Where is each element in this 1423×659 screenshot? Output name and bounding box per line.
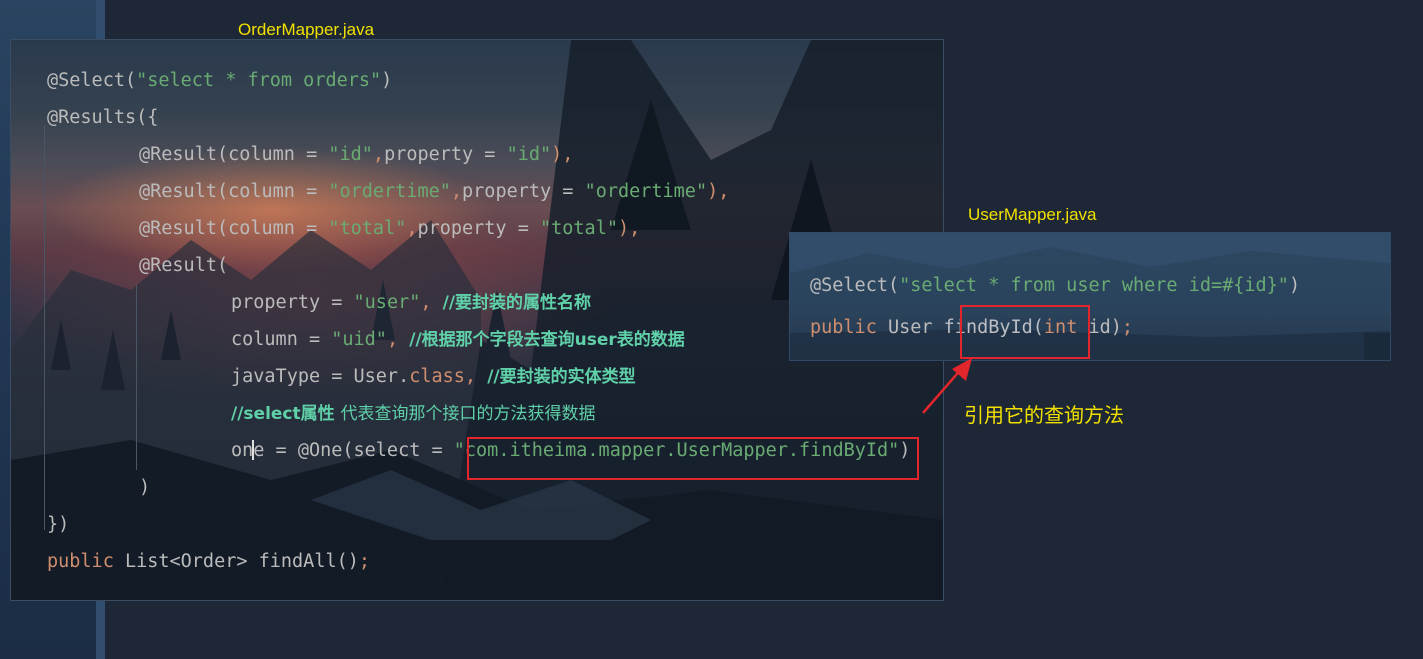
punctuation: ) bbox=[1288, 275, 1301, 296]
code-text: e = @One(select = bbox=[253, 440, 454, 461]
punctuation: ; bbox=[358, 551, 371, 572]
annotation: @Result(column = bbox=[139, 181, 329, 202]
select-reference-highlight bbox=[467, 437, 919, 480]
code-comment: //select属性 bbox=[231, 404, 341, 424]
code-line: @Result(column = "ordertime",property = … bbox=[139, 179, 729, 205]
punctuation: ) bbox=[381, 70, 393, 91]
indent-guide bbox=[136, 285, 137, 470]
code-line: ) bbox=[139, 475, 150, 501]
code-text: column = bbox=[231, 329, 332, 350]
punctuation: , bbox=[450, 181, 463, 202]
callout-text: 引用它的查询方法 bbox=[964, 403, 1124, 427]
punctuation: , bbox=[372, 144, 385, 165]
indent-guide bbox=[44, 125, 45, 530]
code-line: @Result(column = "id",property = "id"), bbox=[139, 142, 573, 168]
user-mapper-filename: UserMapper.java bbox=[968, 205, 1097, 224]
code-text: List<Order> findAll() bbox=[124, 551, 359, 572]
punctuation: ; bbox=[1121, 317, 1134, 338]
string-literal: "user" bbox=[353, 292, 421, 313]
type-name: User bbox=[887, 317, 944, 338]
code-comment: //要封装的实体类型 bbox=[487, 367, 636, 387]
code-text: on bbox=[231, 440, 254, 461]
string-literal: "ordertime" bbox=[584, 181, 708, 202]
punctuation: , bbox=[406, 218, 418, 239]
punctuation: ), bbox=[617, 218, 641, 239]
punctuation: , bbox=[420, 292, 443, 313]
code-line: javaType = User.class, //要封装的实体类型 bbox=[231, 364, 636, 390]
code-comment: //要封装的属性名称 bbox=[442, 293, 592, 313]
code-line: @Select("select * from user where id=#{i… bbox=[810, 273, 1300, 299]
string-literal: "id" bbox=[506, 144, 552, 165]
find-by-id-highlight bbox=[960, 305, 1090, 359]
user-mapper-code-panel[interactable]: @Select("select * from user where id=#{i… bbox=[789, 232, 1391, 361]
annotation: @Result(column = bbox=[139, 144, 329, 165]
code-text: property = bbox=[462, 181, 585, 202]
string-literal: "ordertime" bbox=[328, 181, 451, 202]
string-literal: "total" bbox=[540, 218, 618, 239]
code-text: javaType = User. bbox=[231, 366, 410, 387]
code-text: property = bbox=[231, 292, 354, 313]
order-mapper-filename: OrderMapper.java bbox=[238, 20, 375, 39]
keyword: public bbox=[810, 317, 888, 338]
code-text: id) bbox=[1088, 317, 1122, 338]
code-line: @Result( bbox=[139, 253, 228, 279]
annotation: @Result(column = bbox=[139, 218, 329, 239]
code-text: property = bbox=[417, 218, 540, 239]
keyword: public bbox=[47, 551, 125, 572]
code-line: @Select("select * from orders") bbox=[47, 68, 392, 94]
string-literal: "total" bbox=[328, 218, 407, 239]
code-comment: 代表查询那个接口的方法获得数据 bbox=[340, 404, 596, 424]
string-literal: "select * from user where id=#{id}" bbox=[899, 275, 1289, 296]
keyword: class bbox=[409, 366, 465, 387]
code-line: column = "uid", //根据那个字段去查询user表的数据 bbox=[231, 327, 685, 353]
code-line: property = "user", //要封装的属性名称 bbox=[231, 290, 591, 316]
code-line: public List<Order> findAll(); bbox=[47, 549, 370, 575]
code-line: }) bbox=[47, 512, 69, 538]
punctuation: ), bbox=[707, 181, 730, 202]
annotation: @Select( bbox=[47, 70, 137, 91]
annotation: @Select( bbox=[810, 275, 900, 296]
code-text: property = bbox=[384, 144, 507, 165]
punctuation: ), bbox=[551, 144, 574, 165]
string-literal: "uid" bbox=[331, 329, 387, 350]
code-line: @Results({ bbox=[47, 105, 158, 131]
string-literal: "select * from orders" bbox=[136, 70, 382, 91]
annotation: @Results({ bbox=[47, 107, 159, 128]
annotation: @Result( bbox=[139, 255, 229, 276]
code-line: //select属性 代表查询那个接口的方法获得数据 bbox=[231, 401, 596, 427]
code-line: @Result(column = "total",property = "tot… bbox=[139, 216, 640, 242]
string-literal: "id" bbox=[328, 144, 373, 165]
punctuation: , bbox=[464, 366, 488, 387]
punctuation: , bbox=[386, 329, 410, 350]
code-comment: //根据那个字段去查询user表的数据 bbox=[409, 330, 685, 350]
punctuation: }) bbox=[47, 514, 70, 535]
punctuation: ) bbox=[139, 477, 151, 498]
